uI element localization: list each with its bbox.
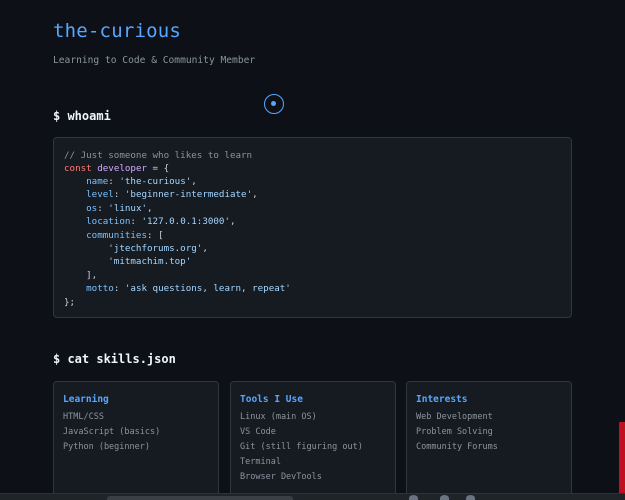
code-block: // Just someone who likes to learn const… — [53, 137, 572, 318]
code-keyword: const — [64, 163, 92, 174]
code-open-bracket: : [ — [147, 230, 164, 241]
page: the-curious Learning to Code & Community… — [0, 0, 625, 500]
card-item-tools: Terminal — [240, 457, 281, 467]
code-key-level: level — [86, 189, 114, 200]
code-key-os: os — [86, 203, 98, 214]
code-comment: // Just someone who likes to learn — [64, 150, 253, 161]
cursor-ring-icon — [264, 94, 284, 114]
code-colon: : — [130, 216, 142, 227]
card-title-learning: Learning — [63, 394, 109, 405]
taskbar-app-icon[interactable] — [409, 495, 418, 500]
code-key-motto: motto — [86, 283, 114, 294]
code-value-os: 'linux' — [108, 203, 148, 214]
code-value-location: '127.0.0.1:3000' — [141, 216, 230, 227]
code-value-community-1: 'jtechforums.org' — [108, 243, 203, 254]
code-line-motto: motto: 'ask questions, learn, repeat' — [64, 282, 291, 295]
code-comma: , — [202, 243, 208, 254]
page-subtitle: Learning to Code & Community Member — [53, 55, 256, 66]
code-line-community-1: 'jtechforums.org', — [64, 242, 208, 255]
taskbar-active-window[interactable] — [107, 496, 293, 500]
code-line-comment: // Just someone who likes to learn — [64, 149, 252, 162]
code-comma: , — [230, 216, 236, 227]
code-close-brace: }; — [64, 297, 76, 308]
code-comma: , — [191, 176, 197, 187]
code-key-communities: communities — [86, 230, 147, 241]
card-item-tools: Git (still figuring out) — [240, 442, 363, 452]
code-line-level: level: 'beginner-intermediate', — [64, 188, 258, 201]
card-interests: Interests Web Development Problem Solvin… — [406, 381, 572, 500]
code-line-os: os: 'linux', — [64, 202, 153, 215]
code-colon: : — [108, 176, 120, 187]
whoami-heading: $ whoami — [53, 109, 111, 123]
code-value-community-2: 'mitmachim.top' — [108, 256, 192, 267]
code-colon: : — [97, 203, 109, 214]
code-colon: : — [113, 283, 125, 294]
code-open-brace: = { — [147, 163, 170, 174]
code-line-communities: communities: [ — [64, 229, 164, 242]
code-line-location: location: '127.0.0.1:3000', — [64, 215, 236, 228]
card-item-tools: Browser DevTools — [240, 472, 322, 482]
skills-heading: $ cat skills.json — [53, 352, 176, 366]
code-key-location: location — [86, 216, 131, 227]
code-comma: , — [252, 189, 258, 200]
cursor-dot — [271, 101, 276, 106]
taskbar-app-icon[interactable] — [440, 495, 449, 500]
card-item-interests: Community Forums — [416, 442, 498, 452]
taskbar — [0, 493, 625, 500]
code-line-name: name: 'the-curious', — [64, 175, 197, 188]
code-line-community-2: 'mitmachim.top' — [64, 255, 191, 268]
code-key-name: name — [86, 176, 109, 187]
code-colon: : — [113, 189, 125, 200]
card-tools: Tools I Use Linux (main OS) VS Code Git … — [230, 381, 396, 500]
code-close-bracket: ], — [86, 270, 98, 281]
card-item-learning: HTML/CSS — [63, 412, 104, 422]
card-item-interests: Problem Solving — [416, 427, 493, 437]
card-item-learning: JavaScript (basics) — [63, 427, 161, 437]
card-learning: Learning HTML/CSS JavaScript (basics) Py… — [53, 381, 219, 500]
card-item-learning: Python (beginner) — [63, 442, 150, 452]
overlapping-window-edge[interactable] — [619, 422, 625, 495]
card-item-interests: Web Development — [416, 412, 493, 422]
code-comma: , — [147, 203, 153, 214]
card-title-interests: Interests — [416, 394, 468, 405]
card-item-tools: Linux (main OS) — [240, 412, 317, 422]
code-line-declaration: const developer = { — [64, 162, 169, 175]
code-value-name: 'the-curious' — [119, 176, 192, 187]
code-value-level: 'beginner-intermediate' — [124, 189, 253, 200]
code-line-communities-close: ], — [64, 269, 97, 282]
code-value-motto: 'ask questions, learn, repeat' — [124, 283, 291, 294]
code-variable: developer — [97, 163, 148, 174]
taskbar-app-icon[interactable] — [466, 495, 475, 500]
page-title: the-curious — [53, 20, 182, 42]
card-item-tools: VS Code — [240, 427, 276, 437]
card-title-tools: Tools I Use — [240, 394, 303, 405]
code-line-close: }; — [64, 296, 75, 309]
